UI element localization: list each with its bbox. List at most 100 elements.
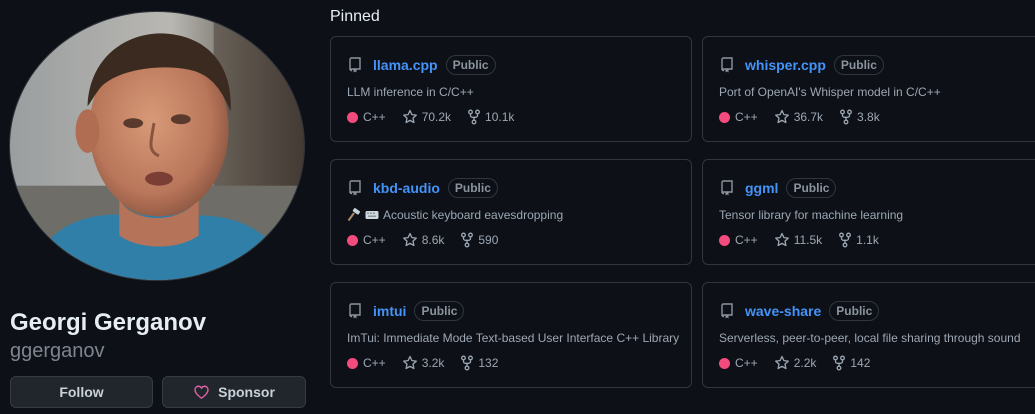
visibility-badge: Public bbox=[414, 301, 465, 321]
star-count: 8.6k bbox=[421, 233, 445, 247]
keyboard-icon bbox=[365, 209, 379, 221]
repo-icon bbox=[347, 180, 363, 196]
language-label: C++ bbox=[363, 356, 386, 370]
repo-language: C++ bbox=[347, 110, 386, 124]
star-count: 70.2k bbox=[421, 110, 452, 124]
repo-stars-link[interactable]: 3.2k bbox=[402, 355, 445, 371]
repo-description: Port of OpenAI's Whisper model in C/C++ bbox=[719, 85, 941, 99]
repo-icon bbox=[719, 180, 735, 196]
repo-meta: C++ 8.6k 590 bbox=[347, 232, 514, 248]
repo-description-row: Serverless, peer-to-peer, local file sha… bbox=[719, 331, 1021, 345]
repo-description-row: Acoustic keyboard eavesdropping bbox=[347, 208, 563, 222]
star-count: 11.5k bbox=[793, 233, 823, 247]
repo-name-link[interactable]: wave-share bbox=[745, 303, 821, 319]
repo-meta: C++ 11.5k 1.1k bbox=[719, 232, 895, 248]
fork-count: 3.8k bbox=[857, 110, 880, 124]
visibility-badge: Public bbox=[829, 301, 880, 321]
repo-icon bbox=[719, 303, 735, 319]
repo-description-row: LLM inference in C/C++ bbox=[347, 85, 474, 99]
repo-description-row: Port of OpenAI's Whisper model in C/C++ bbox=[719, 85, 941, 99]
repo-stars-link[interactable]: 11.5k bbox=[774, 232, 822, 248]
fork-icon bbox=[838, 232, 856, 248]
repo-name-link[interactable]: llama.cpp bbox=[373, 57, 438, 73]
fork-count: 1.1k bbox=[856, 233, 879, 247]
language-label: C++ bbox=[735, 356, 758, 370]
repo-description-row: Tensor library for machine learning bbox=[719, 208, 903, 222]
repo-icon bbox=[347, 57, 363, 73]
sponsor-button[interactable]: Sponsor bbox=[162, 376, 306, 408]
repo-stars-link[interactable]: 2.2k bbox=[774, 355, 817, 371]
visibility-badge: Public bbox=[833, 55, 884, 75]
star-count: 2.2k bbox=[793, 356, 817, 370]
star-icon bbox=[774, 232, 794, 248]
visibility-badge: Public bbox=[447, 178, 498, 198]
fork-icon bbox=[460, 232, 478, 248]
fork-icon bbox=[839, 109, 857, 125]
star-icon bbox=[402, 232, 422, 248]
repo-description: LLM inference in C/C++ bbox=[347, 85, 474, 99]
repo-forks-link[interactable]: 132 bbox=[460, 355, 498, 371]
pinned-repo-card: whisper.cpp Public Port of OpenAI's Whispe… bbox=[702, 36, 1035, 142]
sponsor-button-label: Sponsor bbox=[218, 384, 275, 400]
language-label: C++ bbox=[735, 233, 758, 247]
repo-forks-link[interactable]: 1.1k bbox=[838, 232, 879, 248]
avatar[interactable] bbox=[9, 11, 305, 281]
pinned-repo-card: wave-share Public Serverless, peer-to-peer… bbox=[702, 282, 1035, 388]
star-icon bbox=[402, 355, 422, 371]
fork-icon bbox=[460, 355, 478, 371]
repo-forks-link[interactable]: 10.1k bbox=[467, 109, 514, 125]
fork-icon bbox=[832, 355, 850, 371]
heart-icon bbox=[193, 384, 210, 400]
language-color-dot bbox=[347, 357, 358, 369]
language-label: C++ bbox=[363, 110, 386, 124]
pinned-heading: Pinned bbox=[330, 8, 380, 25]
repo-stars-link[interactable]: 36.7k bbox=[774, 109, 823, 125]
fork-count: 132 bbox=[478, 356, 499, 370]
repo-meta: C++ 70.2k 10.1k bbox=[347, 109, 530, 125]
language-color-dot bbox=[347, 111, 358, 123]
star-icon bbox=[774, 109, 794, 125]
pinned-repo-card: imtui Public ImTui: Immediate Mode Text-ba… bbox=[330, 282, 692, 388]
repo-meta: C++ 36.7k 3.8k bbox=[719, 109, 896, 125]
visibility-badge: Public bbox=[786, 178, 837, 198]
repo-meta: C++ 3.2k 132 bbox=[347, 355, 514, 371]
repo-description: Serverless, peer-to-peer, local file sha… bbox=[719, 331, 1021, 345]
repo-language: C++ bbox=[347, 356, 386, 370]
pinned-repo-card: llama.cpp Public LLM inference in C/C++ C++… bbox=[330, 36, 692, 142]
language-label: C++ bbox=[363, 233, 386, 247]
fork-count: 590 bbox=[478, 233, 499, 247]
repo-language: C++ bbox=[719, 110, 758, 124]
repo-name-link[interactable]: imtui bbox=[373, 303, 406, 319]
language-color-dot bbox=[347, 234, 358, 246]
repo-stars-link[interactable]: 8.6k bbox=[402, 232, 445, 248]
star-icon bbox=[402, 109, 422, 125]
follow-button-label: Follow bbox=[59, 384, 104, 400]
repo-name-link[interactable]: kbd-audio bbox=[373, 180, 440, 196]
language-color-dot bbox=[719, 357, 730, 369]
repo-name-link[interactable]: whisper.cpp bbox=[745, 57, 826, 73]
follow-button[interactable]: Follow bbox=[10, 376, 153, 408]
language-color-dot bbox=[719, 111, 730, 123]
repo-forks-link[interactable]: 590 bbox=[460, 232, 498, 248]
repo-language: C++ bbox=[719, 233, 758, 247]
hammer-icon bbox=[347, 208, 361, 222]
fork-count: 142 bbox=[850, 356, 871, 370]
repo-icon bbox=[719, 57, 735, 73]
language-color-dot bbox=[719, 234, 730, 246]
repo-description: Acoustic keyboard eavesdropping bbox=[383, 208, 564, 222]
language-label: C++ bbox=[735, 110, 758, 124]
star-icon bbox=[774, 355, 794, 371]
fork-count: 10.1k bbox=[485, 110, 515, 124]
avatar-photo bbox=[10, 12, 304, 280]
repo-forks-link[interactable]: 142 bbox=[832, 355, 870, 371]
repo-name-link[interactable]: ggml bbox=[745, 180, 778, 196]
star-count: 3.2k bbox=[421, 356, 445, 370]
fork-icon bbox=[467, 109, 485, 125]
repo-forks-link[interactable]: 3.8k bbox=[839, 109, 880, 125]
repo-stars-link[interactable]: 70.2k bbox=[402, 109, 451, 125]
profile-page: Georgi Gerganov ggerganov Follow Sponsor… bbox=[0, 0, 1035, 414]
repo-description: Tensor library for machine learning bbox=[719, 208, 904, 222]
repo-description-row: ImTui: Immediate Mode Text-based User In… bbox=[347, 331, 679, 345]
profile-username: ggerganov bbox=[10, 340, 105, 362]
repo-description: ImTui: Immediate Mode Text-based User In… bbox=[347, 331, 680, 345]
